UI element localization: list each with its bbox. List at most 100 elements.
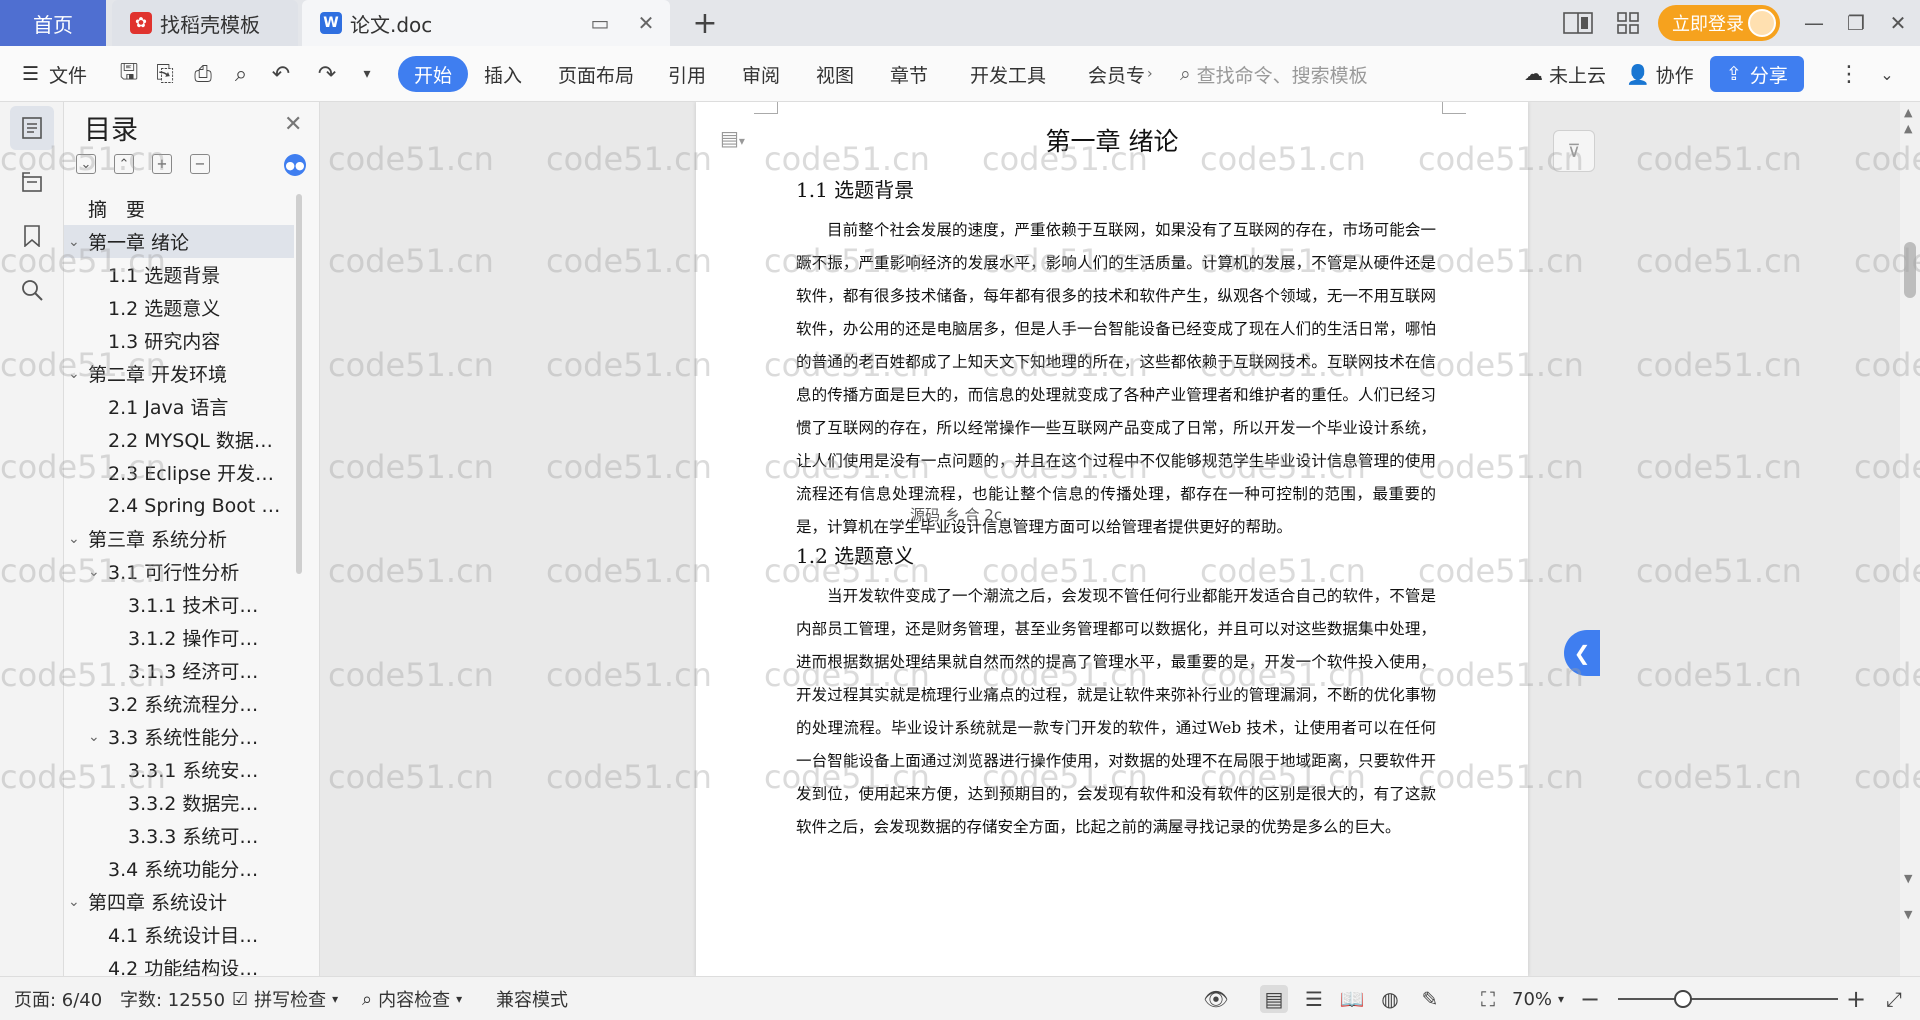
tab-developer[interactable]: 开发工具 (970, 56, 1046, 92)
section-1-1-paragraph[interactable]: 目前整个社会发展的速度，严重依赖于互联网，如果没有了互联网的存在，市场可能会一蹶… (796, 214, 1436, 544)
zoom-in-icon[interactable]: + (1842, 985, 1870, 1013)
section-1-1-title[interactable]: 1.1 选题背景 (796, 174, 914, 203)
content-check-button[interactable]: ⌕ 内容检查 ▾ (362, 985, 462, 1013)
undo-icon[interactable]: ↶ (266, 56, 296, 92)
toc-item[interactable]: ⌄ 3.3 系统性能分… (64, 720, 294, 753)
section-1-2-title[interactable]: 1.2 选题意义 (796, 540, 914, 569)
toc-item[interactable]: ⌄ 第四章 系统设计 (64, 885, 294, 918)
page-up-icon[interactable]: ▲ (1904, 122, 1912, 135)
tab-templates[interactable]: ✿ 找稻壳模板 (112, 0, 298, 46)
document-page[interactable]: ▤▾ 第一章 绪论 1.1 选题背景 目前整个社会发展的速度，严重依赖于互联网，… (696, 102, 1528, 976)
chevron-down-icon[interactable]: ⌄ (68, 366, 80, 382)
chevron-down-icon[interactable]: ⌄ (88, 564, 100, 580)
word-count[interactable]: 字数: 12550 (120, 985, 225, 1013)
collapse-all-icon[interactable]: ⌃ (114, 154, 134, 174)
more-options-icon[interactable]: ⋮ (1834, 56, 1864, 92)
toc-item[interactable]: 1.2 选题意义 (64, 291, 294, 324)
tab-document[interactable]: W 论文.doc ▭ ✕ (302, 0, 670, 46)
toc-item[interactable]: 1.3 研究内容 (64, 324, 294, 357)
toc-item[interactable]: 3.1.1 技术可… (64, 588, 294, 621)
export-pdf-icon[interactable]: ⎘ (150, 56, 180, 92)
find-icon[interactable] (10, 268, 54, 312)
zoom-slider-track[interactable] (1618, 998, 1838, 1000)
reading-view-icon[interactable]: 📖 (1338, 985, 1366, 1013)
toc-item[interactable]: 1.1 选题背景 (64, 258, 294, 291)
tab-references[interactable]: 引用 (668, 56, 706, 92)
page-side-tool-icon[interactable]: ⊽ (1553, 130, 1595, 172)
zoom-level[interactable]: 70% ▾ (1512, 985, 1564, 1013)
tab-member[interactable]: 会员专 › (1088, 56, 1153, 92)
toc-item[interactable]: 3.2 系统流程分… (64, 687, 294, 720)
chevron-down-icon[interactable]: ⌄ (68, 894, 80, 910)
write-mode-icon[interactable]: ✎ (1416, 985, 1444, 1013)
toc-item[interactable]: 2.2 MYSQL 数据… (64, 423, 294, 456)
tab-page-layout[interactable]: 页面布局 (558, 56, 634, 92)
command-search[interactable]: ⌕ 查找命令、搜索模板 (1180, 56, 1368, 92)
page-indicator[interactable]: 页面: 6/40 (14, 985, 102, 1013)
toc-item[interactable]: 摘 要 (64, 192, 294, 225)
tab-home[interactable]: 首页 (0, 0, 106, 46)
fit-page-icon[interactable]: ⛶ (1474, 985, 1502, 1013)
tab-chapter[interactable]: 章节 (890, 56, 928, 92)
toc-item[interactable]: 2.3 Eclipse 开发… (64, 456, 294, 489)
chevron-down-icon[interactable]: ⌄ (88, 729, 100, 745)
restore-icon[interactable]: ❐ (1838, 6, 1874, 40)
tab-review[interactable]: 审阅 (742, 56, 780, 92)
navigation-pane-icon[interactable] (10, 160, 54, 204)
apps-grid-icon[interactable] (1610, 6, 1646, 40)
vertical-scrollbar[interactable]: ▲ ▲ ▼ ▼ (1900, 102, 1920, 976)
outline-view-icon[interactable]: ☰ (1300, 985, 1328, 1013)
toc-item[interactable]: 2.4 Spring Boot … (64, 489, 294, 522)
toc-close-icon[interactable]: ✕ (284, 112, 302, 137)
chapter-title[interactable]: 第一章 绪论 (696, 122, 1528, 158)
minimize-icon[interactable]: — (1796, 6, 1832, 40)
scroll-thumb[interactable] (1904, 242, 1916, 298)
toc-item[interactable]: 3.3.1 系统安… (64, 753, 294, 786)
web-view-icon[interactable]: ◍ (1376, 985, 1404, 1013)
eye-protection-icon[interactable]: 👁 (1202, 985, 1230, 1013)
save-icon[interactable]: 🖫 (114, 56, 144, 92)
page-down-icon[interactable]: ▼ (1904, 872, 1912, 885)
toc-item[interactable]: 4.1 系统设计目… (64, 918, 294, 951)
file-menu[interactable]: ☰ 文件 (22, 56, 87, 92)
toc-item[interactable]: 3.1.3 经济可… (64, 654, 294, 687)
toc-item[interactable]: 3.3.3 系统可… (64, 819, 294, 852)
toc-item[interactable]: ⌄ 3.1 可行性分析 (64, 555, 294, 588)
toc-item[interactable]: 3.3.2 数据完… (64, 786, 294, 819)
tab-insert[interactable]: 插入 (484, 56, 522, 92)
collab-button[interactable]: 👤 协作 (1626, 56, 1694, 92)
chevron-down-icon[interactable]: ⌄ (68, 531, 80, 547)
window-close-icon[interactable]: ✕ (1880, 6, 1916, 40)
new-tab-button[interactable]: + (688, 6, 722, 41)
tab-start[interactable]: 开始 (398, 56, 469, 92)
bookmark-icon[interactable] (10, 214, 54, 258)
login-button[interactable]: 立即登录 (1658, 5, 1780, 41)
expand-all-icon[interactable]: ⌄ (76, 154, 96, 174)
promote-level-icon[interactable]: + (152, 154, 172, 174)
toc-item[interactable]: 3.1.2 操作可… (64, 621, 294, 654)
toc-item[interactable]: ⌄ 第二章 开发环境 (64, 357, 294, 390)
tab-float-icon[interactable]: ▭ (586, 9, 614, 37)
ai-assistant-icon[interactable]: ●● (284, 154, 306, 176)
toc-scrollbar[interactable] (296, 194, 302, 574)
section-1-2-paragraph[interactable]: 当开发软件变成了一个潮流之后，会发现不管任何行业都能开发适合自己的软件，不管是内… (796, 580, 1436, 844)
scroll-up-icon[interactable]: ▲ (1904, 106, 1912, 119)
scroll-down-icon[interactable]: ▼ (1904, 908, 1912, 921)
toc-panel-icon[interactable] (10, 106, 54, 150)
fullscreen-icon[interactable]: ⤢ (1880, 985, 1908, 1013)
cloud-status[interactable]: ☁ 未上云 (1524, 56, 1606, 92)
print-preview-icon[interactable]: ⌕ (226, 56, 256, 92)
print-icon[interactable]: ⎙ (188, 56, 218, 92)
spell-check-button[interactable]: ☑ 拼写检查 ▾ (232, 985, 338, 1013)
redo-icon[interactable]: ↷ (312, 56, 342, 92)
toc-item[interactable]: 2.1 Java 语言 (64, 390, 294, 423)
collapse-ribbon-icon[interactable]: ⌄ (1872, 56, 1902, 92)
toc-item[interactable]: 3.4 系统功能分… (64, 852, 294, 885)
page-view-icon[interactable]: ▤ (1260, 985, 1288, 1013)
zoom-out-icon[interactable]: − (1576, 985, 1604, 1013)
share-button[interactable]: ⇪ 分享 (1710, 56, 1804, 92)
reading-layout-icon[interactable] (1560, 6, 1596, 40)
quick-access-more-icon[interactable]: ▾ (352, 56, 382, 92)
chevron-down-icon[interactable]: ⌄ (68, 234, 80, 250)
zoom-slider-knob[interactable] (1674, 990, 1692, 1008)
